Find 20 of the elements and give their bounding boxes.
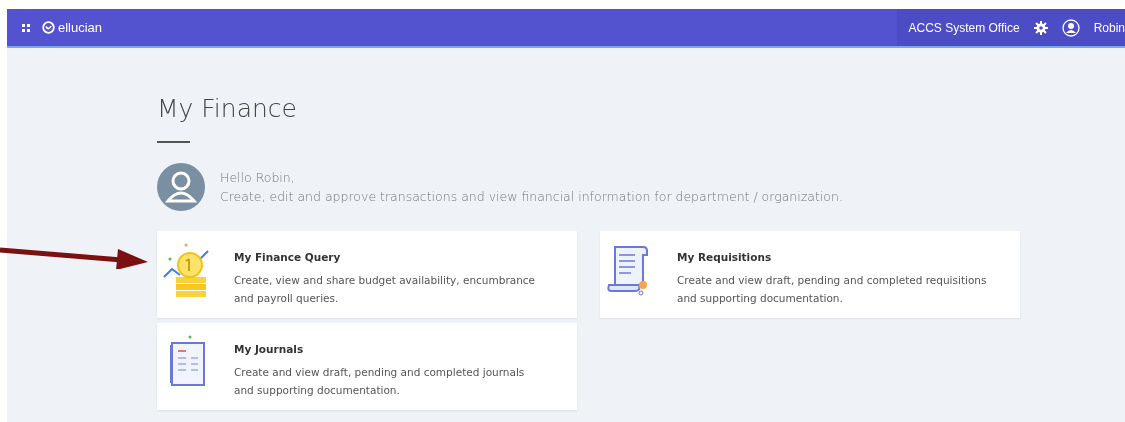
card-title[interactable]: My Finance Query [234,251,547,263]
finance-card[interactable]: My Requisitions Create and view draft, pending and completed requisitions and supporting documentation. [600,231,1020,318]
user-icon[interactable] [1061,18,1080,37]
intro-text: Create, edit and approve transactions and view financial information for department / organization. [220,188,843,206]
card-description: Create and view draft, pending and completed journals and supporting documentation. [234,365,526,398]
finance-card[interactable]: My Journals Create and view draft, pending and completed journals and supporting documentation. [157,323,577,410]
card-description: Create and view draft, pending and completed requisitions and supporting documentation. [677,273,988,306]
brand-name[interactable]: ellucian [58,20,103,35]
greeting-text: Hello Robin, [220,169,296,187]
card-title[interactable]: My Journals [234,343,547,355]
card-title[interactable]: My Requisitions [677,251,990,263]
card-description: Create, view and share budget availability, encumbrance and payroll queries. [234,273,537,306]
settings-icon[interactable] [1033,20,1048,35]
avatar-icon [157,163,205,211]
institution-name[interactable]: ACCS System Office [908,20,1020,35]
grid-icon[interactable] [22,23,30,32]
page-title: My Finance [157,94,298,123]
logo-icon [42,21,55,34]
user-name[interactable]: Robin [1093,20,1125,35]
finance-card[interactable]: My Finance Query Create, view and share budget availability, encumbrance and payroll queries. [157,231,577,318]
